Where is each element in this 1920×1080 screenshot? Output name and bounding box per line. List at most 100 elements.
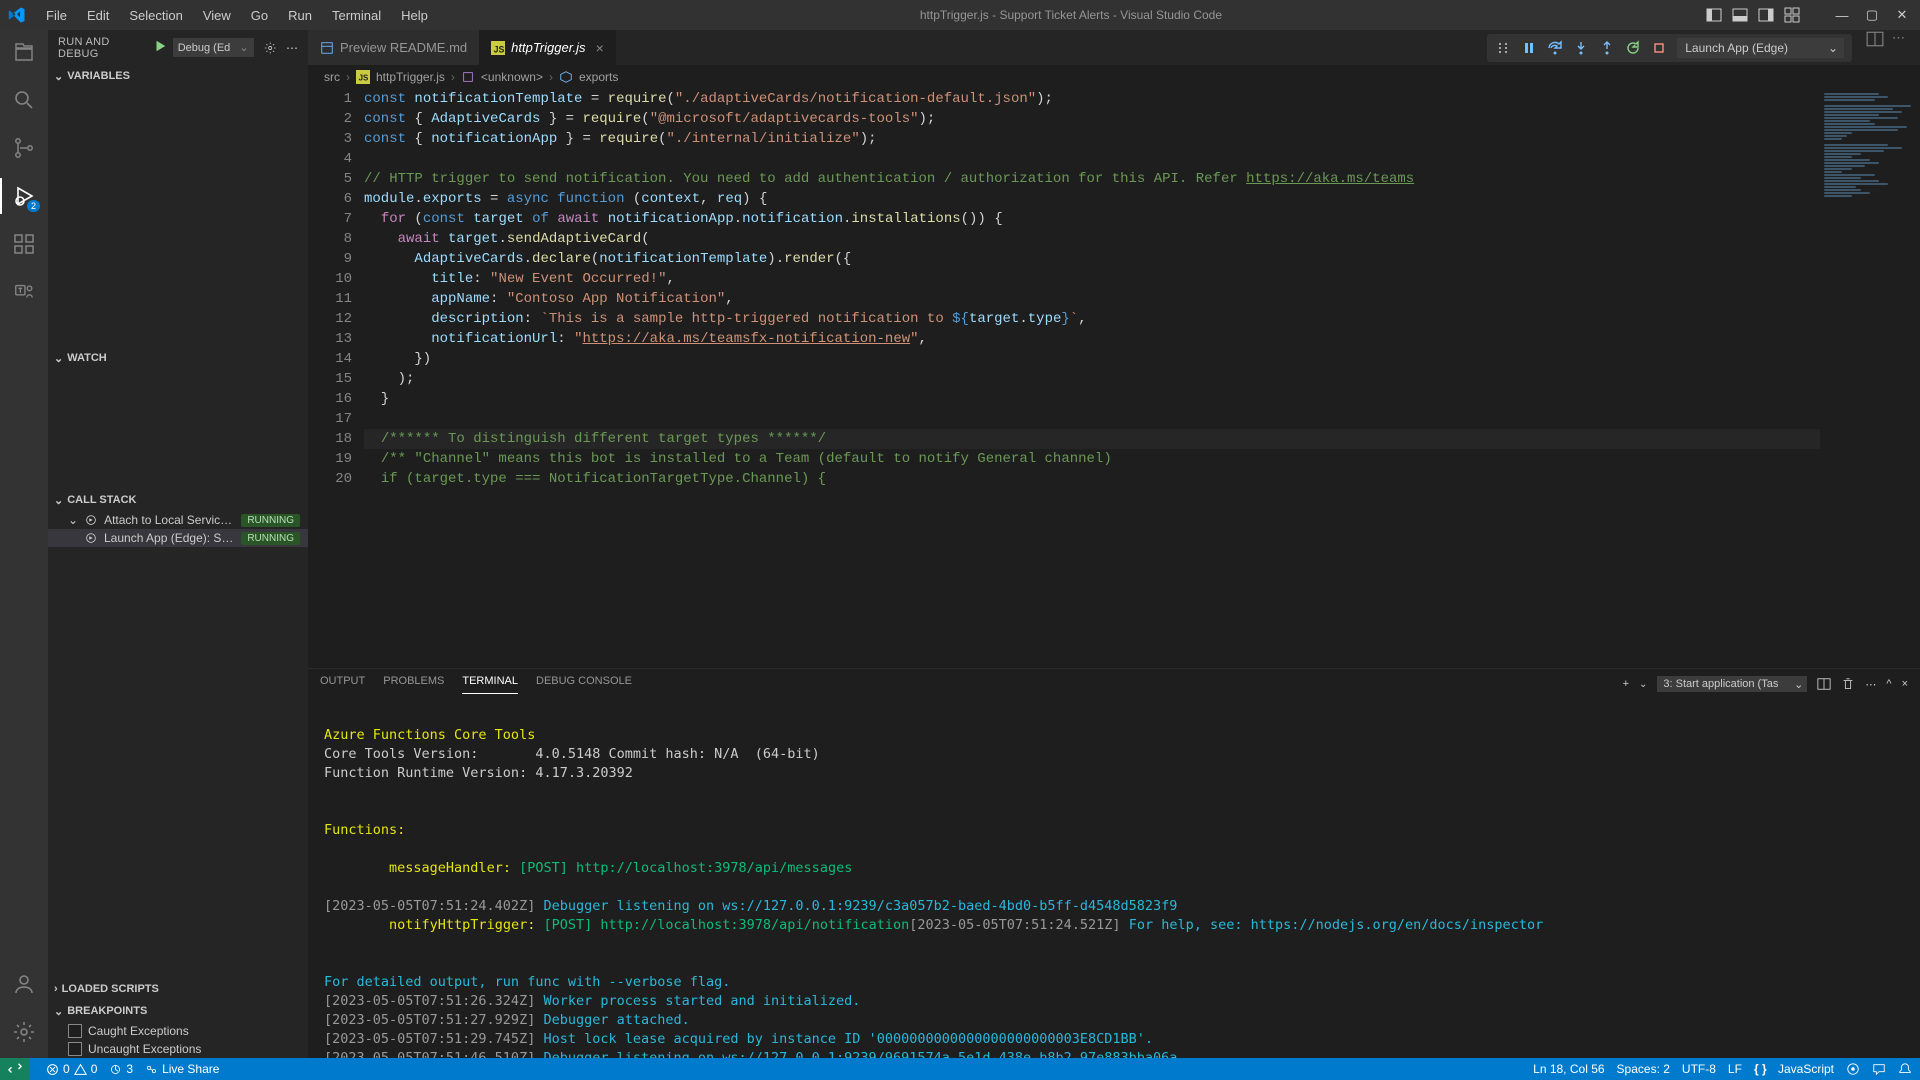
vscode-logo-icon [8, 6, 26, 24]
terminal-selector[interactable]: 3: Start application (Tas [1657, 676, 1807, 692]
panel-tab-debug-console[interactable]: DEBUG CONSOLE [536, 675, 632, 693]
menu-help[interactable]: Help [393, 4, 436, 27]
debug-config-select[interactable]: Debug (Ed⌄ [173, 38, 254, 57]
run-and-debug-title: RUN AND DEBUG [58, 36, 143, 60]
source-control-icon[interactable] [10, 134, 38, 162]
teams-toolkit-icon[interactable] [10, 278, 38, 306]
checkbox[interactable] [68, 1024, 82, 1038]
debug-settings-gear-icon[interactable] [264, 41, 276, 55]
debug-badge: 2 [27, 200, 40, 212]
more-icon[interactable]: ⋯ [1865, 678, 1876, 691]
callstack-item[interactable]: ⌄ Attach to Local Service: Re... RUNNING [48, 511, 308, 529]
panel-icon[interactable] [1732, 7, 1748, 23]
language-mode[interactable]: { } JavaScript [1754, 1062, 1834, 1076]
menu-edit[interactable]: Edit [79, 4, 117, 27]
menu-terminal[interactable]: Terminal [324, 4, 389, 27]
explorer-icon[interactable] [10, 38, 38, 66]
menu-selection[interactable]: Selection [121, 4, 190, 27]
panel-tab-problems[interactable]: PROBLEMS [383, 675, 444, 693]
split-editor-icon[interactable] [1866, 30, 1884, 48]
preview-icon [320, 41, 334, 55]
callstack-section-header[interactable]: ⌄CALL STACK [48, 489, 308, 511]
start-debug-button[interactable] [153, 39, 167, 56]
line-gutter: 1234567891011121314151617181920 [308, 89, 364, 668]
step-over-icon[interactable] [1547, 40, 1563, 56]
editor-tabbar: Preview README.md JS httpTrigger.js × La… [308, 30, 1920, 65]
symbol-field-icon [559, 70, 573, 84]
live-share[interactable]: Live Share [145, 1062, 219, 1076]
loaded-scripts-section-header[interactable]: ›LOADED SCRIPTS [48, 978, 308, 1000]
menu-run[interactable]: Run [280, 4, 320, 27]
drag-handle-icon[interactable] [1495, 40, 1511, 56]
chevron-down-icon: ⌄ [54, 494, 63, 507]
js-file-icon: JS [491, 41, 505, 55]
tab-preview-readme[interactable]: Preview README.md [308, 30, 479, 65]
layout-icon[interactable] [1706, 7, 1722, 23]
menu-file[interactable]: File [38, 4, 75, 27]
extensions-icon[interactable] [10, 230, 38, 258]
menu-go[interactable]: Go [243, 4, 276, 27]
notifications-icon[interactable] [1898, 1062, 1912, 1076]
feedback-icon[interactable] [1872, 1062, 1886, 1076]
status-badge: RUNNING [241, 514, 300, 527]
eol[interactable]: LF [1728, 1062, 1742, 1076]
trash-icon[interactable] [1841, 677, 1855, 691]
debug-toolbar: Launch App (Edge) [1487, 34, 1852, 62]
errors-warnings[interactable]: 0 0 [46, 1062, 97, 1076]
cursor-position[interactable]: Ln 18, Col 56 [1533, 1062, 1604, 1076]
callstack-item[interactable]: Launch App (Edge): Sign in ... RUNNING [48, 529, 308, 547]
close-button[interactable]: ✕ [1892, 5, 1912, 25]
more-actions-icon[interactable]: ⋯ [1892, 30, 1910, 48]
checkbox[interactable] [68, 1042, 82, 1056]
close-tab-icon[interactable]: × [596, 40, 604, 56]
pause-icon[interactable] [1521, 40, 1537, 56]
chevron-down-icon: ⌄ [54, 352, 63, 365]
panel-tab-terminal[interactable]: TERMINAL [462, 675, 518, 694]
chevron-down-icon: ⌄ [54, 1005, 63, 1018]
breakpoints-section-header[interactable]: ⌄BREAKPOINTS [48, 1000, 308, 1022]
port-forward[interactable]: 3 [109, 1062, 133, 1076]
symbol-module-icon [461, 70, 475, 84]
watch-body [48, 369, 308, 489]
split-terminal-icon[interactable] [1817, 677, 1831, 691]
breakpoint-row[interactable]: Uncaught Exceptions [48, 1040, 308, 1058]
panel-tab-output[interactable]: OUTPUT [320, 675, 365, 693]
sidebar-right-icon[interactable] [1758, 7, 1774, 23]
debug-session-icon [84, 531, 98, 545]
statusbar: 0 0 3 Live Share Ln 18, Col 56 Spaces: 2… [0, 1058, 1920, 1080]
maximize-panel-icon[interactable]: ^ [1886, 678, 1891, 690]
variables-section-header[interactable]: ⌄VARIABLES [48, 65, 308, 87]
run-debug-icon[interactable]: 2 [10, 182, 38, 210]
code-editor[interactable]: const notificationTemplate = require("./… [364, 89, 1820, 668]
terminal-body[interactable]: Azure Functions Core Tools Core Tools Ve… [308, 699, 1920, 1058]
minimap[interactable] [1820, 89, 1920, 668]
settings-gear-icon[interactable] [10, 1018, 38, 1046]
accounts-icon[interactable] [10, 970, 38, 998]
window-title: httpTrigger.js - Support Ticket Alerts -… [436, 8, 1706, 22]
encoding[interactable]: UTF-8 [1682, 1062, 1716, 1076]
close-panel-icon[interactable]: × [1902, 678, 1908, 690]
new-terminal-icon[interactable]: + [1623, 678, 1629, 690]
menu-view[interactable]: View [195, 4, 239, 27]
titlebar: File Edit Selection View Go Run Terminal… [0, 0, 1920, 30]
restart-icon[interactable] [1625, 40, 1641, 56]
chevron-down-icon: ⌄ [54, 70, 63, 83]
stop-icon[interactable] [1651, 40, 1667, 56]
remote-indicator[interactable] [0, 1058, 30, 1080]
breakpoint-row[interactable]: Caught Exceptions [48, 1022, 308, 1040]
chevron-down-icon: ⌄ [68, 513, 78, 527]
chevron-down-icon[interactable]: ⌄ [1639, 679, 1647, 690]
breadcrumb[interactable]: src› JS httpTrigger.js› <unknown>› expor… [308, 65, 1920, 89]
customize-layout-icon[interactable] [1784, 7, 1800, 23]
maximize-button[interactable]: ▢ [1862, 5, 1882, 25]
search-icon[interactable] [10, 86, 38, 114]
launch-config-select[interactable]: Launch App (Edge) [1677, 38, 1844, 58]
minimize-button[interactable]: ― [1832, 5, 1852, 25]
step-out-icon[interactable] [1599, 40, 1615, 56]
watch-section-header[interactable]: ⌄WATCH [48, 347, 308, 369]
indentation[interactable]: Spaces: 2 [1617, 1062, 1670, 1076]
step-into-icon[interactable] [1573, 40, 1589, 56]
tab-httptrigger[interactable]: JS httpTrigger.js × [479, 30, 616, 65]
tab-mode-icon[interactable] [1846, 1062, 1860, 1076]
debug-more-icon[interactable]: ⋯ [286, 41, 298, 55]
